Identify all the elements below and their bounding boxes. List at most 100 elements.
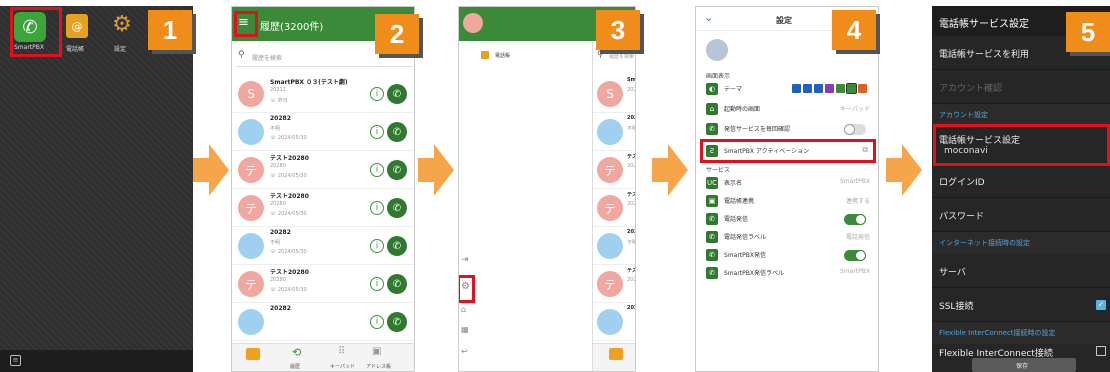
theme-swatch[interactable] [803,84,812,93]
list-item[interactable]: テテス 202 [593,189,635,227]
ssl-checkbox[interactable]: ✓ [1096,300,1106,310]
avatar: テ [238,271,264,297]
info-icon[interactable]: i [370,125,384,139]
tab-addressbook[interactable]: アドレス帳 [366,363,391,370]
theme-swatch[interactable] [846,83,857,94]
highlight-box [10,7,62,57]
password-row[interactable]: パスワード [932,198,1110,232]
service-row[interactable]: ✆ 電話発信 [696,211,878,229]
logout-icon[interactable]: ⇥ [461,255,469,265]
avatar [238,119,264,145]
theme-swatch[interactable] [825,84,834,93]
call-button[interactable]: ✆ [387,236,407,256]
service-row[interactable]: ✆ 電話発信ラベル 電話発信 [696,229,878,247]
ssl-row[interactable]: SSL接続 ✓ [932,288,1110,322]
search-bar[interactable]: ⚲ 履歴を検索 [595,47,635,67]
keypad-icon[interactable]: ⠿ [338,346,345,357]
contact-number: 20280 [270,201,286,207]
call-button[interactable]: ✆ [387,84,407,104]
list-item[interactable]: 202 不明 [593,227,635,265]
grid-icon[interactable]: ▦ [461,325,469,334]
drawer-side-icons: ⇥ ⚙ ⌂ ▦ ↩ [459,251,473,371]
call-button[interactable]: ✆ [387,122,407,142]
list-icon[interactable]: ≡ [10,355,21,366]
startup-row[interactable]: ⌂ 起動時の画面 キーパッド [696,101,878,119]
confirm-toggle[interactable] [844,124,866,135]
info-icon[interactable]: i [370,163,384,177]
list-item[interactable]: テテス 202 [593,151,635,189]
info-icon[interactable]: i [370,315,384,329]
contact-name: Sma [627,77,636,83]
list-item[interactable]: S Sma 202 [593,75,636,113]
theme-swatch[interactable] [858,84,867,93]
bottom-bar: ≡ [0,350,193,372]
list-item[interactable]: S SmartPBX ０３(テスト劇) 20211 ☏ 昨日 i ✆ [232,75,414,113]
theme-swatch[interactable] [792,84,801,93]
contacts-icon [481,51,489,59]
login-id-row[interactable]: ログインID [932,164,1110,198]
search-input[interactable]: 履歴を検索 [609,53,634,60]
theme-swatch[interactable] [814,84,823,93]
call-button[interactable]: ✆ [387,198,407,218]
server-row[interactable]: サーバ [932,254,1110,288]
smartpbx-tab-icon[interactable] [609,348,623,360]
avatar: テ [238,157,264,183]
info-icon[interactable]: i [370,201,384,215]
home-icon[interactable]: ⌂ [461,305,466,314]
call-date-text: 2024/05/30 [277,211,307,217]
avatar [597,233,623,259]
fic-checkbox[interactable] [1096,346,1106,356]
service-row[interactable]: ▣ 電話帳連携 連携する [696,193,878,211]
avatar [238,233,264,259]
call-date: ☏ 2024/05/30 [270,211,307,217]
call-date: ☏ 昨日 [270,97,288,104]
incoming-call-icon: ☏ [270,98,277,104]
history-icon[interactable]: ⟲ [292,346,301,359]
chevron-down-icon[interactable]: ⌄ [704,11,713,24]
service-row[interactable]: UC 表示名 SmartPBX [696,175,878,193]
list-item[interactable]: 202 [593,303,635,341]
list-item[interactable]: テテス 202 [593,265,635,303]
contacts-icon[interactable]: @ [66,14,88,38]
smartpbx-tab-icon[interactable] [246,348,260,360]
call-date-text: 昨日 [277,98,288,104]
call-button[interactable]: ✆ [387,160,407,180]
theme-row[interactable]: ◐ テーマ [696,81,878,99]
list-item[interactable]: 20282 i ✆ [232,303,414,341]
tab-history[interactable]: 履歴 [290,363,300,370]
search-input[interactable]: 履歴を検索 [252,53,282,62]
contact-name: テスト20280 [270,193,309,200]
back-icon[interactable]: ↩ [461,347,468,356]
service-row[interactable]: ✆ SmartPBX発信 [696,247,878,265]
info-icon[interactable]: i [370,239,384,253]
addressbook-icon[interactable]: ▣ [372,346,381,357]
list-item[interactable]: テテスト20280 20280 ☏ 2024/05/30 i ✆ [232,189,414,227]
list-item[interactable]: テテスト20280 20280 ☏ 2024/05/30 i ✆ [232,265,414,303]
service-toggle[interactable] [844,214,866,225]
info-icon[interactable]: i [370,277,384,291]
service-row[interactable]: ✆ SmartPBX発信ラベル SmartPBX [696,265,878,283]
list-item[interactable]: 202 不明 [593,113,635,151]
list-item[interactable]: 20282 不明 ☏ 2024/05/30 i ✆ [232,113,414,151]
call-button[interactable]: ✆ [387,312,407,332]
service-icon: ▣ [706,195,718,207]
avatar [463,13,483,33]
service-label: 電話発信 [724,216,749,223]
ssl-label: SSL接続 [939,302,974,312]
theme-swatch[interactable] [836,84,845,93]
menu-item-contacts[interactable]: 電話帳 [495,52,510,59]
save-button[interactable]: 保存 [972,358,1076,372]
confirm-row[interactable]: ✆ 発信サービスを毎回確認 [696,121,878,139]
list-item[interactable]: 20282 不明 ☏ 2024/05/30 i ✆ [232,227,414,265]
tab-keypad[interactable]: キーパッド [330,363,355,370]
service-label: SmartPBX発信 [724,252,766,259]
call-date: ☏ 2024/05/30 [270,173,307,179]
app-label-settings: 設定 [114,46,127,53]
info-icon[interactable]: i [370,87,384,101]
service-label: 電話発信ラベル [724,234,767,241]
call-button[interactable]: ✆ [387,274,407,294]
gear-icon[interactable]: ⚙ [110,12,134,38]
app-label-contacts: 電話帳 [66,46,85,53]
list-item[interactable]: テテスト20280 20280 ☏ 2024/05/30 i ✆ [232,151,414,189]
service-toggle[interactable] [844,250,866,261]
